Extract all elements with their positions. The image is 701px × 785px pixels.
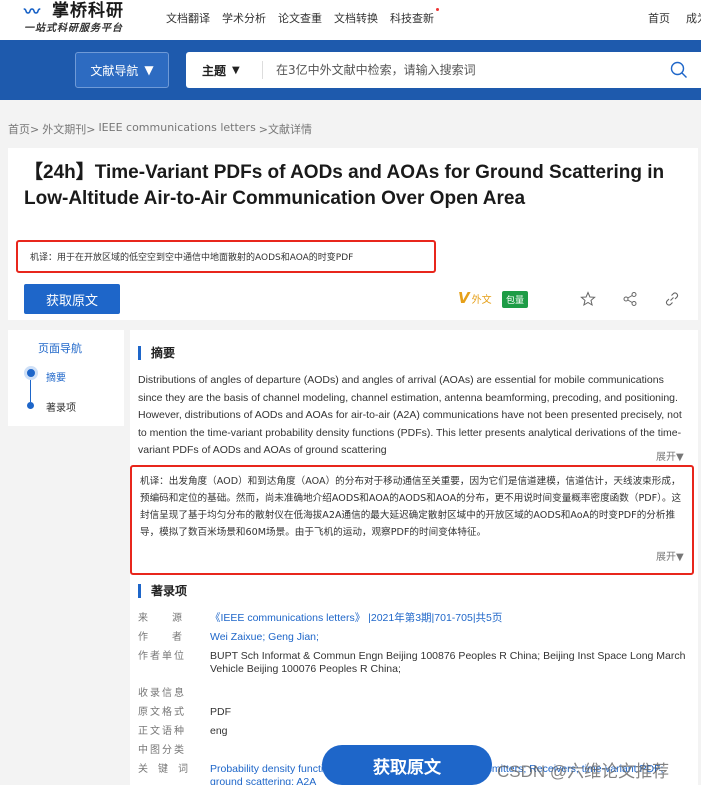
meta-row-language: 正文语种 eng xyxy=(138,725,688,741)
abstract-expand-toggle[interactable]: 展开▼ xyxy=(656,448,684,463)
article-content: 摘要 Distributions of angles of departure … xyxy=(130,330,698,785)
page-nav: 页面导航 摘要 著录项 xyxy=(8,330,124,426)
top-header: 〰 掌桥科研 一站式科研服务平台 文档翻译 学术分析 论文查重 文档转换 科技查… xyxy=(0,0,701,40)
article-title: 【24h】Time-Variant PDFs of AODs and AOAs … xyxy=(24,162,665,209)
topic-label: 主题 xyxy=(202,64,227,78)
fetch-original-button[interactable]: 获取原文 xyxy=(24,284,120,314)
page-nav-bibliography[interactable]: 著录项 xyxy=(46,399,76,414)
topic-dropdown[interactable]: 主题 ▼ xyxy=(202,62,240,79)
meta-indexing-value xyxy=(210,687,688,703)
meta-label: 关键词 xyxy=(138,764,198,775)
meta-source-value[interactable]: 《IEEE communications letters》 |2021年第3期|… xyxy=(210,612,688,628)
breadcrumb-journals[interactable]: 外文期刊> xyxy=(42,121,95,137)
meta-format-value: PDF xyxy=(210,706,231,718)
nav-academic-analysis[interactable]: 学术分析 xyxy=(222,10,266,26)
meta-label: 收录信息 xyxy=(138,688,186,699)
breadcrumb-home[interactable]: 首页> xyxy=(8,121,39,137)
meta-label: 中图分类 xyxy=(138,745,186,756)
abstract-translation-text: 机译：出发角度（AOD）和到达角度（AOA）的分布对于移动通信至关重要，因为它们… xyxy=(140,476,682,538)
nav-doc-convert[interactable]: 文档转换 xyxy=(334,10,378,26)
meta-label: 来源 xyxy=(138,613,206,624)
nav-doc-translate[interactable]: 文档翻译 xyxy=(166,10,210,26)
nav-plagiarism-check[interactable]: 论文查重 xyxy=(278,10,322,26)
top-right-links: 首页 成为 xyxy=(648,10,701,26)
bibliography-heading: 著录项 xyxy=(138,584,187,598)
nav-novelty-search[interactable]: 科技查新 xyxy=(390,8,439,26)
waiwen-badge: V 外文 xyxy=(458,289,492,307)
meta-label: 正文语种 xyxy=(138,726,186,737)
waiwen-label: 外文 xyxy=(471,294,492,306)
abstract-text: Distributions of angles of departure (AO… xyxy=(138,374,682,456)
page-nav-title: 页面导航 xyxy=(38,342,82,355)
doc-nav-button[interactable]: 文献导航 ▼ xyxy=(75,52,169,88)
meta-label: 作者 xyxy=(138,632,206,643)
share-icon[interactable] xyxy=(622,291,638,307)
abstract-heading: 摘要 xyxy=(138,346,175,360)
search-input[interactable] xyxy=(276,52,656,88)
search-icon[interactable] xyxy=(670,61,688,79)
home-link[interactable]: 首页 xyxy=(648,10,670,26)
meta-row-affiliation: 作者单位 BUPT Sch Informat & Commun Engn Bei… xyxy=(138,650,688,684)
nav-active-dot-icon xyxy=(24,366,38,380)
site-logo[interactable]: 〰 掌桥科研 一站式科研服务平台 xyxy=(24,0,154,38)
meta-label: 原文格式 xyxy=(138,707,186,718)
breadcrumb: 首页> 外文期刊> IEEE communications letters >文… xyxy=(8,121,312,137)
doc-nav-label: 文献导航 xyxy=(90,63,139,78)
waiwen-v-icon: V xyxy=(458,289,470,307)
new-dot-icon xyxy=(436,8,439,11)
meta-row-indexing: 收录信息 xyxy=(138,687,688,703)
caret-down-icon: ▼ xyxy=(144,63,154,77)
meta-author-value[interactable]: Wei Zaixue; Geng Jian; xyxy=(210,631,688,647)
divider xyxy=(262,61,263,79)
breadcrumb-current: >文献详情 xyxy=(258,123,313,136)
meta-row-format: 原文格式 PDF xyxy=(138,706,688,722)
meta-label: 作者单位 xyxy=(138,651,186,662)
breadcrumb-journal[interactable]: IEEE communications letters xyxy=(98,121,255,137)
search-band: 文献导航 ▼ 主题 ▼ xyxy=(0,40,701,100)
link-icon[interactable] xyxy=(664,291,680,307)
top-nav: 文档翻译 学术分析 论文查重 文档转换 科技查新 xyxy=(166,8,439,26)
search-box: 主题 ▼ xyxy=(186,52,701,88)
article-header-card: 【24h】Time-Variant PDFs of AODs and AOAs … xyxy=(8,148,698,320)
meta-affiliation-value: BUPT Sch Informat & Commun Engn Beijing … xyxy=(210,650,686,675)
logo-tagline: 一站式科研服务平台 xyxy=(24,23,123,34)
csdn-watermark: CSDN @六维论文推荐 xyxy=(497,762,670,781)
star-icon[interactable] xyxy=(580,291,596,307)
meta-language-value: eng xyxy=(210,725,228,737)
page-nav-abstract[interactable]: 摘要 xyxy=(46,369,66,384)
translation-expand-toggle[interactable]: 展开▼ xyxy=(656,548,684,563)
logo-name: 掌桥科研 xyxy=(52,1,124,21)
caret-down-icon: ▼ xyxy=(232,65,240,76)
abstract-machine-translation: 机译：出发角度（AOD）和到达角度（AOA）的分布对于移动通信至关重要，因为它们… xyxy=(130,465,694,575)
meta-row-source: 来源 《IEEE communications letters》 |2021年第… xyxy=(138,612,688,628)
become-link[interactable]: 成为 xyxy=(686,10,701,26)
title-machine-translation: 机译：用于在开放区域的低空空到空中通信中地面散射的AODS和AOA的时变PDF xyxy=(16,240,436,273)
meta-row-author: 作者 Wei Zaixue; Geng Jian; xyxy=(138,631,688,647)
nav-dot-icon xyxy=(27,402,34,409)
baoyuan-badge: 包量 xyxy=(502,291,529,308)
floating-fetch-original-button[interactable]: 获取原文 xyxy=(322,745,492,785)
